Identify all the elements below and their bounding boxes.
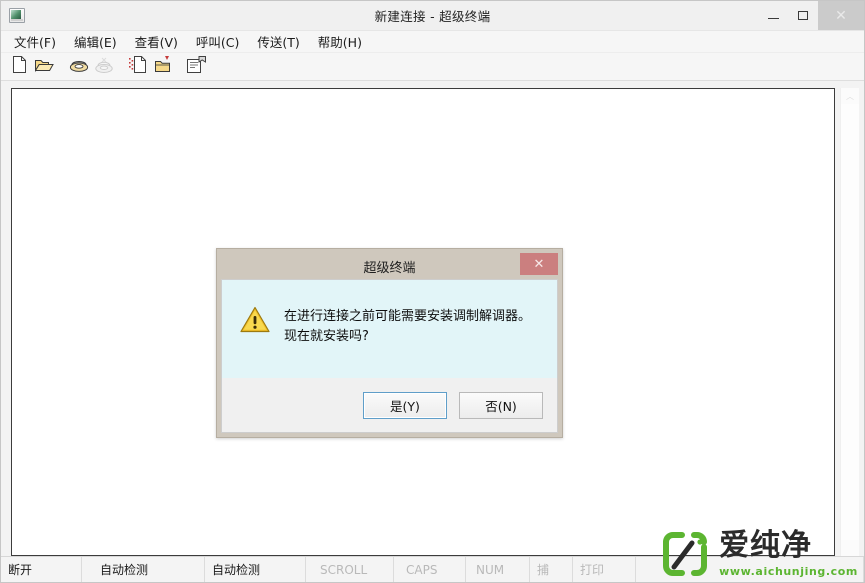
- warning-triangle-icon: [240, 306, 270, 333]
- dialog-body: 在进行连接之前可能需要安装调制解调器。 现在就安装吗? 是(Y) 否(N): [221, 279, 558, 433]
- toolbar-separator-2: [117, 56, 124, 78]
- dialog-message-text: 在进行连接之前可能需要安装调制解调器。 现在就安装吗?: [284, 309, 532, 345]
- toolbar-separator-3: [176, 56, 183, 78]
- toolbar: [1, 53, 864, 81]
- terminal-window-icon: [9, 8, 25, 23]
- hangup-phone-icon: [94, 57, 114, 77]
- new-connection-button[interactable]: [8, 56, 31, 78]
- yes-button[interactable]: 是(Y): [363, 391, 447, 419]
- title-bar: 新建连接 - 超级终端 ✕: [1, 1, 864, 31]
- vertical-scrollbar[interactable]: ︿: [840, 88, 859, 556]
- properties-icon: [187, 56, 206, 77]
- properties-button[interactable]: [185, 56, 208, 78]
- no-button[interactable]: 否(N): [459, 391, 543, 419]
- close-icon: ✕: [835, 7, 847, 24]
- superterminal-window: 新建连接 - 超级终端 ✕ 文件(F) 编辑(E) 查看(V) 呼叫(C) 传送…: [0, 0, 865, 583]
- dialog-close-button[interactable]: ✕: [520, 253, 558, 275]
- scroll-up-button[interactable]: ︿: [841, 88, 859, 104]
- send-file-icon: [128, 56, 147, 77]
- dialog-message-pane: 在进行连接之前可能需要安装调制解调器。 现在就安装吗?: [222, 280, 557, 378]
- window-controls: ✕: [758, 1, 864, 30]
- dialog-title: 超级终端: [363, 260, 416, 276]
- modal-dialog: 超级终端 ✕ 在进行连接之前可能需要安装调制解调器。 现在就安装吗? 是(Y) …: [216, 248, 563, 438]
- receive-file-button[interactable]: [151, 56, 174, 78]
- toolbar-separator-1: [58, 56, 65, 78]
- status-auto-detect-1: 自动检测: [82, 557, 205, 582]
- status-scroll-indicator: SCROLL: [306, 557, 394, 582]
- new-connection-icon: [12, 56, 27, 77]
- scroll-down-button[interactable]: [841, 540, 859, 556]
- status-capture-indicator: 捕: [530, 557, 573, 582]
- status-connection-state: 断开: [1, 557, 82, 582]
- status-filler: [636, 557, 864, 582]
- send-file-button[interactable]: [126, 56, 149, 78]
- minimize-button[interactable]: [758, 1, 788, 30]
- close-icon: ✕: [533, 256, 545, 272]
- menu-item-call[interactable]: 呼叫(C): [187, 30, 248, 54]
- receive-file-icon: [154, 56, 172, 77]
- window-title: 新建连接 - 超级终端: [374, 9, 491, 24]
- menu-item-edit[interactable]: 编辑(E): [65, 30, 126, 54]
- status-auto-detect-2: 自动检测: [205, 557, 306, 582]
- menu-bar: 文件(F) 编辑(E) 查看(V) 呼叫(C) 传送(T) 帮助(H): [1, 31, 864, 53]
- status-num-indicator: NUM: [466, 557, 530, 582]
- dialog-button-row: 是(Y) 否(N): [222, 378, 557, 432]
- menu-item-view[interactable]: 查看(V): [126, 30, 187, 54]
- status-bar: 断开 自动检测 自动检测 SCROLL CAPS NUM 捕 打印: [1, 556, 864, 582]
- open-folder-button[interactable]: [33, 56, 56, 78]
- menu-item-help[interactable]: 帮助(H): [309, 30, 371, 54]
- maximize-button[interactable]: [788, 1, 818, 30]
- menu-item-transfer[interactable]: 传送(T): [248, 30, 308, 54]
- open-folder-icon: [34, 57, 54, 77]
- hangup-button: [92, 56, 115, 78]
- close-button[interactable]: ✕: [818, 1, 864, 30]
- minimize-icon: [767, 17, 779, 19]
- call-button[interactable]: [67, 56, 90, 78]
- maximize-icon: [798, 11, 808, 20]
- call-phone-icon: [69, 57, 89, 76]
- dialog-frame: 超级终端 ✕ 在进行连接之前可能需要安装调制解调器。 现在就安装吗? 是(Y) …: [216, 248, 563, 438]
- status-caps-indicator: CAPS: [394, 557, 466, 582]
- scrollbar-track[interactable]: [841, 104, 859, 540]
- menu-item-file[interactable]: 文件(F): [5, 30, 65, 54]
- status-print-indicator: 打印: [573, 557, 636, 582]
- dialog-title-bar: 超级终端 ✕: [221, 253, 558, 279]
